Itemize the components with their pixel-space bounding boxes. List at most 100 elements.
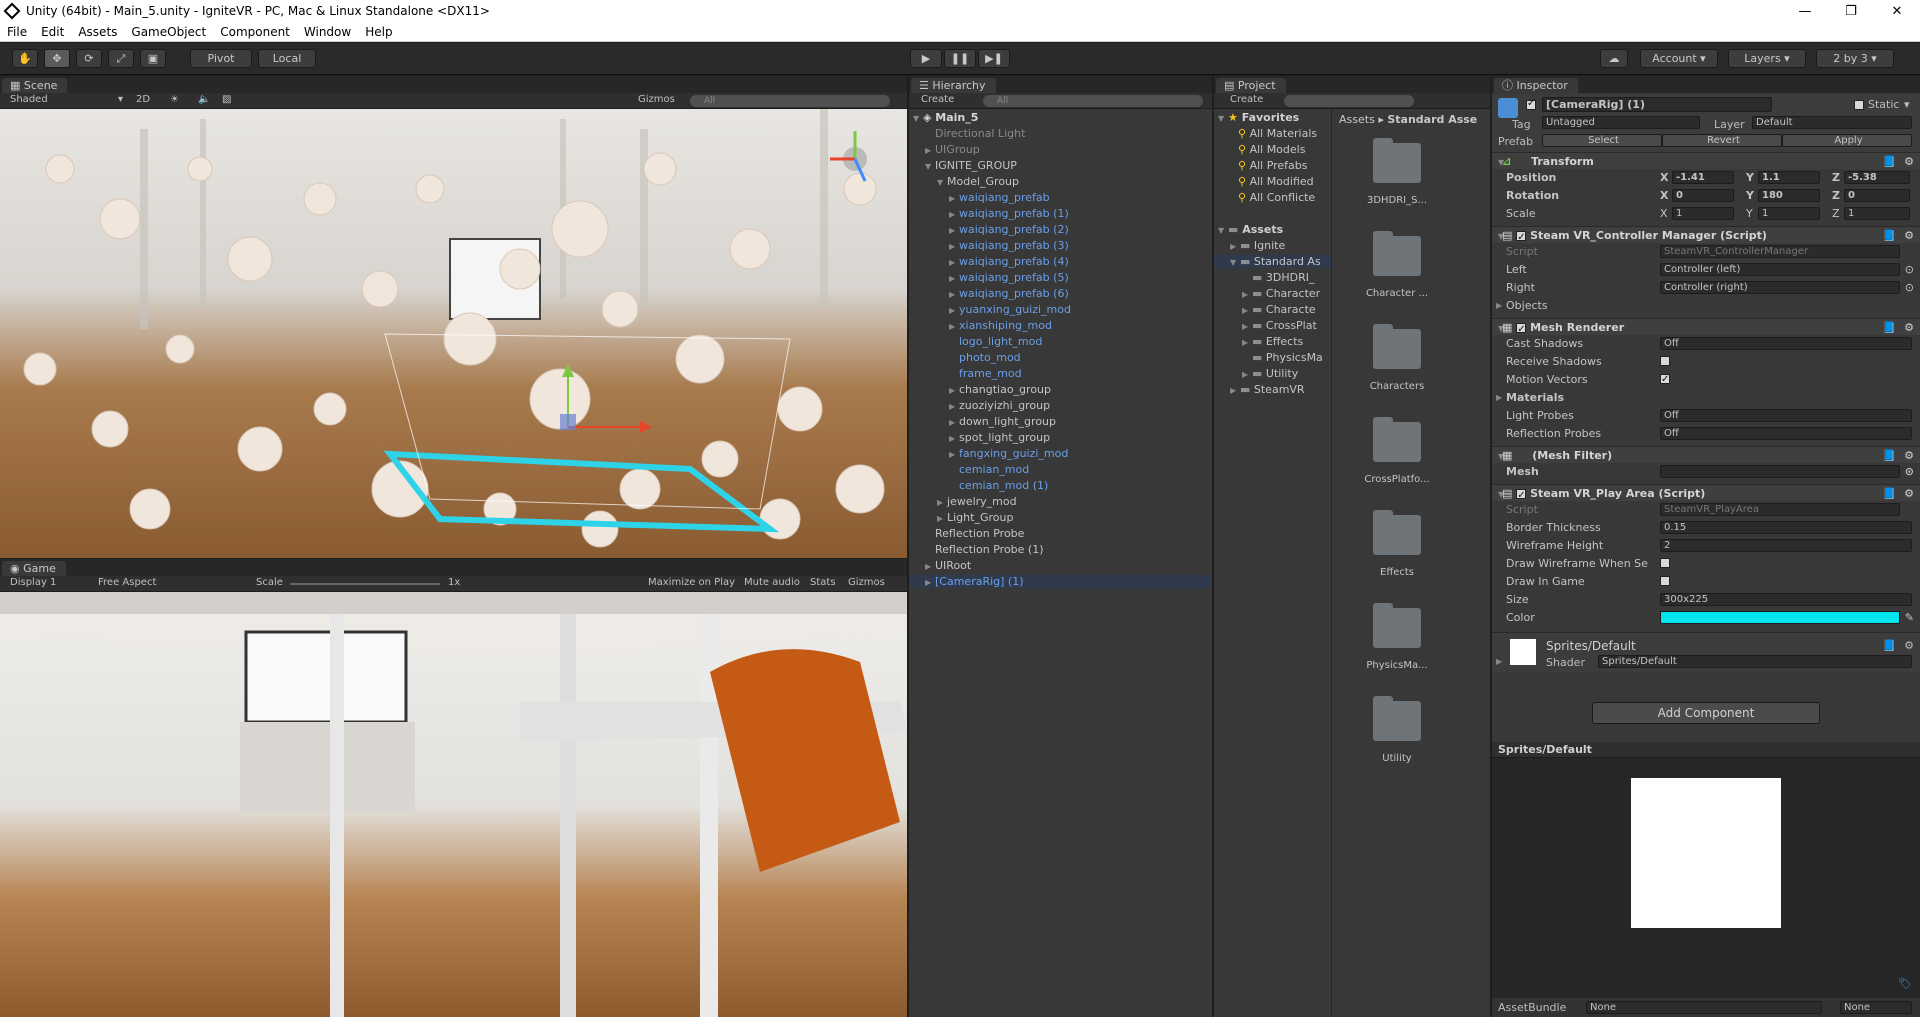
- account-dropdown[interactable]: Account ▾: [1640, 49, 1718, 68]
- hierarchy-item[interactable]: ▼ IGNITE_GROUP: [909, 159, 1212, 172]
- size-dropdown[interactable]: 300x225: [1660, 593, 1912, 606]
- expand-arrow-icon[interactable]: ▶: [1242, 288, 1252, 301]
- expand-arrow-icon[interactable]: ▶: [937, 496, 947, 509]
- hierarchy-item[interactable]: ▶ jewelry_mod: [909, 495, 1212, 508]
- play-area-checkbox[interactable]: [1516, 487, 1527, 504]
- maximize-on-play-toggle[interactable]: Maximize on Play: [648, 577, 735, 588]
- layer-dropdown[interactable]: Default: [1752, 116, 1912, 129]
- objects-row[interactable]: ▶ Objects: [1492, 298, 1920, 313]
- hierarchy-item[interactable]: frame_mod: [909, 367, 1212, 380]
- scale-z-field[interactable]: 1: [1844, 207, 1910, 220]
- rotation-z-field[interactable]: 0: [1844, 189, 1910, 202]
- asset-folder-item[interactable]: ▶ ▬ Effects: [1214, 335, 1331, 348]
- assetbundle-variant-dropdown[interactable]: None: [1840, 1001, 1912, 1014]
- light-probes-dropdown[interactable]: Off: [1660, 409, 1912, 422]
- expand-arrow-icon[interactable]: ▶: [925, 144, 935, 157]
- materials-row[interactable]: ▶ Materials: [1492, 390, 1920, 405]
- layers-dropdown[interactable]: Layers ▾: [1728, 49, 1806, 68]
- shader-dropdown[interactable]: Sprites/Default: [1598, 655, 1912, 668]
- hierarchy-item[interactable]: ▼ Model_Group: [909, 175, 1212, 188]
- tab-game[interactable]: ◉ Game: [2, 561, 66, 576]
- assetbundle-dropdown[interactable]: None: [1586, 1001, 1822, 1014]
- gear-icon[interactable]: ⚙: [1904, 227, 1914, 244]
- hierarchy-search-input[interactable]: All: [983, 95, 1203, 107]
- game-gizmos-dropdown[interactable]: Gizmos: [848, 577, 885, 588]
- object-picker-icon[interactable]: ⊙: [1905, 262, 1914, 277]
- right-controller-field[interactable]: Controller (right): [1660, 281, 1900, 294]
- hierarchy-item[interactable]: Reflection Probe: [909, 527, 1212, 540]
- controller-manager-header[interactable]: ▼▤ Steam VR_Controller Manager (Script) …: [1492, 226, 1920, 246]
- asset-folder-item[interactable]: ▶ ▬ SteamVR: [1214, 383, 1331, 396]
- expand-arrow-icon[interactable]: ▼: [937, 176, 947, 189]
- prefab-apply-button[interactable]: Apply: [1782, 134, 1912, 147]
- expand-arrow-icon[interactable]: ▼: [1230, 256, 1240, 269]
- expand-arrow-icon[interactable]: ▶: [937, 512, 947, 525]
- position-z-field[interactable]: -5.38: [1844, 171, 1910, 184]
- expand-arrow-icon[interactable]: ▶: [949, 224, 959, 237]
- effects-toggle-icon[interactable]: ▨: [222, 94, 231, 105]
- controller-enabled-checkbox[interactable]: [1516, 229, 1527, 246]
- expand-arrow-icon[interactable]: ▶: [949, 192, 959, 205]
- prefab-select-button[interactable]: Select: [1542, 134, 1662, 147]
- pivot-toggle[interactable]: Pivot: [190, 49, 252, 68]
- static-checkbox[interactable]: [1854, 100, 1864, 110]
- folder-icon[interactable]: [1367, 231, 1427, 280]
- menu-help[interactable]: Help: [358, 25, 399, 39]
- expand-arrow-icon[interactable]: ▶: [1230, 384, 1240, 397]
- cast-shadows-dropdown[interactable]: Off: [1660, 337, 1912, 350]
- gear-icon[interactable]: ⚙: [1904, 153, 1914, 170]
- hierarchy-item[interactable]: cemian_mod (1): [909, 479, 1212, 492]
- scene-viewport[interactable]: [0, 109, 907, 558]
- audio-toggle-icon[interactable]: 🔈: [198, 94, 210, 105]
- tab-hierarchy[interactable]: ☰ Hierarchy: [911, 78, 996, 93]
- play-area-header[interactable]: ▼▤ Steam VR_Play Area (Script) 📘 ⚙: [1492, 484, 1920, 504]
- scale-y-field[interactable]: 1: [1758, 207, 1820, 220]
- tab-inspector[interactable]: ⓘ Inspector: [1494, 78, 1578, 93]
- hierarchy-item[interactable]: ▶ spot_light_group: [909, 431, 1212, 444]
- static-dropdown-arrow-icon[interactable]: ▾: [1904, 98, 1910, 111]
- hierarchy-item[interactable]: ▶ waiqiang_prefab (6): [909, 287, 1212, 300]
- local-toggle[interactable]: Local: [258, 49, 316, 68]
- active-checkbox[interactable]: [1526, 98, 1536, 110]
- assets-header[interactable]: ▼ ▬ Assets: [1214, 223, 1331, 236]
- gear-icon[interactable]: ⚙: [1904, 485, 1914, 502]
- scene-root[interactable]: ▼ ◈ Main_5: [909, 111, 1212, 124]
- expand-arrow-icon[interactable]: ▶: [1242, 320, 1252, 333]
- folder-icon[interactable]: [1367, 417, 1427, 466]
- project-search-input[interactable]: [1284, 95, 1414, 107]
- 2d-toggle[interactable]: 2D: [136, 94, 150, 105]
- gear-icon[interactable]: ⚙: [1904, 639, 1914, 652]
- project-create-dropdown[interactable]: Create: [1230, 94, 1263, 105]
- expand-arrow-icon[interactable]: ▶: [949, 208, 959, 221]
- help-icon[interactable]: 📘: [1882, 639, 1896, 652]
- hierarchy-item[interactable]: ▶ [CameraRig] (1): [909, 575, 1212, 588]
- transform-header[interactable]: ▼⊿ Transform 📘 ⚙: [1492, 152, 1920, 169]
- asset-folder-item[interactable]: ▬ 3DHDRI_: [1214, 271, 1331, 284]
- mesh-filter-header[interactable]: ▼▦ (Mesh Filter) 📘 ⚙: [1492, 446, 1920, 463]
- reflection-probes-dropdown[interactable]: Off: [1660, 427, 1912, 440]
- asset-folder-item[interactable]: ▶ ▬ Ignite: [1214, 239, 1331, 252]
- rotate-tool-icon[interactable]: ⟳: [76, 49, 102, 68]
- favorite-item[interactable]: ⚲ All Prefabs: [1214, 159, 1331, 172]
- mesh-renderer-checkbox[interactable]: [1516, 321, 1527, 338]
- help-icon[interactable]: 📘: [1882, 153, 1896, 170]
- minimize-button[interactable]: —: [1782, 0, 1828, 22]
- close-button[interactable]: ✕: [1874, 0, 1920, 22]
- expand-arrow-icon[interactable]: ▶: [1230, 240, 1240, 253]
- hierarchy-create-dropdown[interactable]: Create: [921, 94, 954, 105]
- prefab-revert-button[interactable]: Revert: [1662, 134, 1782, 147]
- hierarchy-item[interactable]: ▶ waiqiang_prefab (1): [909, 207, 1212, 220]
- tab-scene[interactable]: ▦ Scene: [2, 78, 68, 93]
- step-button[interactable]: ▶❚: [978, 49, 1010, 68]
- favorite-item[interactable]: ⚲ All Models: [1214, 143, 1331, 156]
- stats-toggle[interactable]: Stats: [810, 577, 836, 588]
- expand-arrow-icon[interactable]: ▶: [925, 560, 935, 573]
- rotation-x-field[interactable]: 0: [1672, 189, 1734, 202]
- asset-folder-item[interactable]: ▶ ▬ Character: [1214, 287, 1331, 300]
- hierarchy-item[interactable]: ▶ Light_Group: [909, 511, 1212, 524]
- gizmos-dropdown[interactable]: Gizmos: [638, 94, 675, 105]
- expand-arrow-icon[interactable]: ▶: [925, 576, 935, 589]
- help-icon[interactable]: 📘: [1882, 319, 1896, 336]
- hierarchy-item[interactable]: logo_light_mod: [909, 335, 1212, 348]
- layout-dropdown[interactable]: 2 by 3 ▾: [1816, 49, 1894, 68]
